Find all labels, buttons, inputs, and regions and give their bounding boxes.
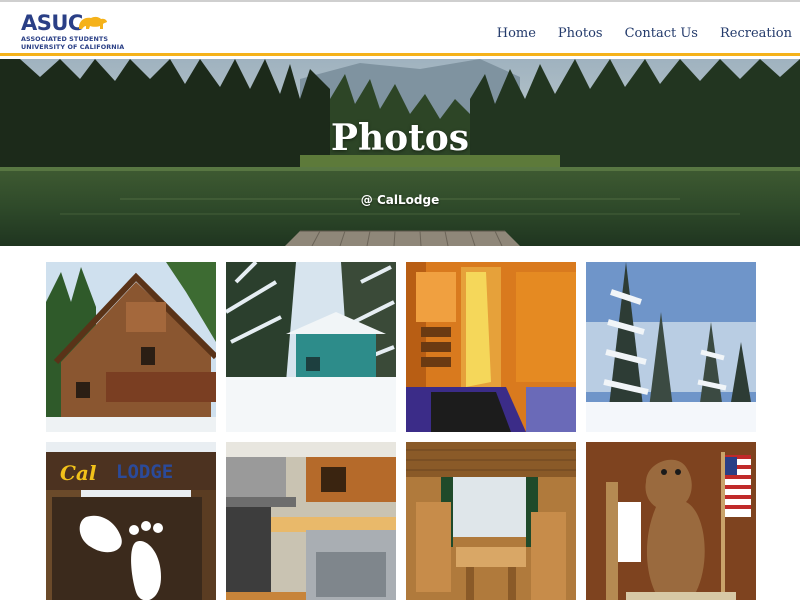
lodge-exterior-image (46, 262, 216, 432)
logo-subtitle-line2: UNIVERSITY OF CALIFORNIA (21, 43, 125, 51)
photo-lodge-exterior[interactable] (46, 262, 216, 432)
photo-dining-nook[interactable] (406, 442, 576, 600)
photo-cal-lodge-sign[interactable]: Cal LODGE (46, 442, 216, 600)
photo-snowy-forest[interactable] (586, 262, 756, 432)
svg-text:LODGE: LODGE (116, 461, 173, 483)
lodge-snow-image (226, 262, 396, 432)
asuc-logo[interactable]: ASUC ASSOCIATED STUDENTS UNIVERSITY OF C… (21, 11, 124, 51)
photo-kitchen[interactable] (226, 442, 396, 600)
photo-interior-hallway[interactable] (406, 262, 576, 432)
photo-lodge-in-snow[interactable] (226, 262, 396, 432)
main-nav: Home Photos Contact Us Recreation (475, 26, 792, 41)
svg-text:Cal: Cal (60, 461, 97, 485)
logo-subtitle-line1: ASSOCIATED STUDENTS (21, 35, 109, 43)
kitchen-image (226, 442, 396, 600)
nav-contact-us[interactable]: Contact Us (625, 26, 698, 41)
nav-home[interactable]: Home (497, 26, 536, 41)
page-subtitle: @ CalLodge (360, 193, 440, 207)
hallway-image (406, 262, 576, 432)
cal-lodge-sign-image: Cal LODGE (46, 442, 216, 600)
hero-banner: Photos @ CalLodge (0, 59, 800, 246)
photo-bear-statue[interactable] (586, 442, 756, 600)
bear-statue-image (586, 442, 756, 600)
site-header: ASUC ASSOCIATED STUDENTS UNIVERSITY OF C… (0, 0, 800, 56)
nav-recreation[interactable]: Recreation (720, 26, 792, 41)
logo-wordmark: ASUC (21, 11, 83, 35)
page-title: Photos (330, 117, 470, 159)
dining-nook-image (406, 442, 576, 600)
bear-icon (79, 16, 107, 29)
snowy-forest-image (586, 262, 756, 432)
nav-photos[interactable]: Photos (558, 26, 603, 41)
